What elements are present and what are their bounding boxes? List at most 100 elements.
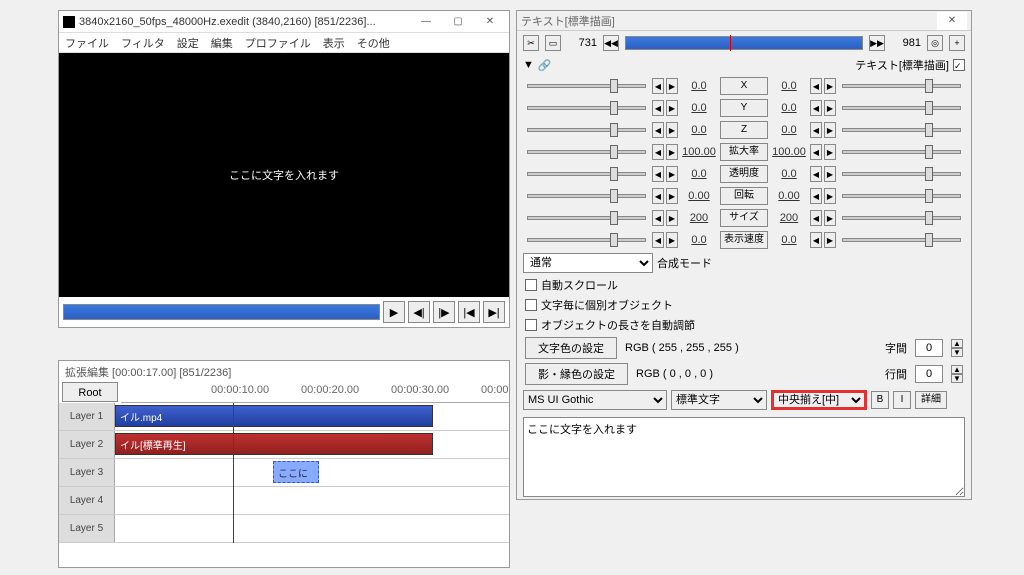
dec-right[interactable]: ◀: [810, 166, 822, 182]
shadow-color-button[interactable]: 影・縁色の設定: [525, 363, 628, 385]
dec-left[interactable]: ◀: [652, 122, 664, 138]
dec-right[interactable]: ◀: [810, 232, 822, 248]
value-right[interactable]: 0.0: [770, 234, 808, 246]
preview-titlebar[interactable]: 3840x2160_50fps_48000Hz.exedit (3840,216…: [59, 11, 509, 33]
slider-left[interactable]: [527, 150, 646, 154]
skip-start-button[interactable]: |◀: [458, 301, 480, 323]
inc-left[interactable]: ▶: [666, 122, 678, 138]
dec-left[interactable]: ◀: [652, 166, 664, 182]
value-right[interactable]: 100.00: [770, 146, 808, 158]
dec-right[interactable]: ◀: [810, 122, 822, 138]
track[interactable]: イル.mp4: [115, 403, 509, 430]
slider-right[interactable]: [842, 194, 961, 198]
dec-right[interactable]: ◀: [810, 144, 822, 160]
bold-button[interactable]: B: [871, 391, 889, 409]
enable-checkbox[interactable]: [953, 59, 965, 71]
weight-select[interactable]: 標準文字: [671, 390, 767, 410]
spacing-down[interactable]: ▼: [951, 348, 963, 357]
slider-left[interactable]: [527, 106, 646, 110]
value-right[interactable]: 0.0: [770, 80, 808, 92]
next-frame-button[interactable]: ▶▶: [869, 35, 885, 51]
inc-right[interactable]: ▶: [824, 100, 836, 116]
step-fwd-button[interactable]: |▶: [433, 301, 455, 323]
chk-perchar[interactable]: [525, 299, 537, 311]
slider-right[interactable]: [842, 150, 961, 154]
italic-button[interactable]: I: [893, 391, 911, 409]
line-down[interactable]: ▼: [951, 374, 963, 383]
dec-left[interactable]: ◀: [652, 188, 664, 204]
props-titlebar[interactable]: テキスト[標準描画] ✕: [517, 11, 971, 31]
playhead[interactable]: [233, 403, 234, 543]
cut-icon[interactable]: ✂: [523, 35, 539, 51]
inc-left[interactable]: ▶: [666, 188, 678, 204]
value-right[interactable]: 0.0: [770, 102, 808, 114]
chk-autolength[interactable]: [525, 319, 537, 331]
line-up[interactable]: ▲: [951, 365, 963, 374]
value-right[interactable]: 200: [770, 212, 808, 224]
inc-left[interactable]: ▶: [666, 166, 678, 182]
slider-left[interactable]: [527, 216, 646, 220]
blend-mode-select[interactable]: 通常: [523, 253, 653, 273]
line-input[interactable]: [915, 365, 943, 383]
align-select[interactable]: 中央揃え[中]: [771, 390, 867, 410]
param-name[interactable]: 表示速度: [720, 231, 768, 249]
value-right[interactable]: 0.0: [770, 124, 808, 136]
param-name[interactable]: 拡大率: [720, 143, 768, 161]
menu-profile[interactable]: プロファイル: [245, 35, 311, 51]
inc-right[interactable]: ▶: [824, 210, 836, 226]
inc-right[interactable]: ▶: [824, 78, 836, 94]
value-left[interactable]: 0.0: [680, 234, 718, 246]
clip[interactable]: イル[標準再生]: [115, 433, 433, 455]
prev-frame-button[interactable]: ◀◀: [603, 35, 619, 51]
text-color-button[interactable]: 文字色の設定: [525, 337, 617, 359]
dec-right[interactable]: ◀: [810, 100, 822, 116]
ruler[interactable]: 00:00:10.00 00:00:20.00 00:00:30.00 00:0…: [121, 381, 509, 403]
inc-right[interactable]: ▶: [824, 232, 836, 248]
dec-right[interactable]: ◀: [810, 78, 822, 94]
param-name[interactable]: X: [720, 77, 768, 95]
track[interactable]: [115, 515, 509, 542]
skip-end-button[interactable]: ▶|: [483, 301, 505, 323]
inc-right[interactable]: ▶: [824, 144, 836, 160]
dec-left[interactable]: ◀: [652, 232, 664, 248]
track[interactable]: [115, 487, 509, 514]
spacing-input[interactable]: [915, 339, 943, 357]
close-button[interactable]: ✕: [475, 13, 505, 31]
inc-right[interactable]: ▶: [824, 122, 836, 138]
menu-file[interactable]: ファイル: [65, 35, 109, 51]
value-left[interactable]: 0.00: [680, 190, 718, 202]
dec-left[interactable]: ◀: [652, 78, 664, 94]
font-select[interactable]: MS UI Gothic: [523, 390, 667, 410]
layer-name[interactable]: Layer 1: [59, 403, 115, 430]
slider-left[interactable]: [527, 238, 646, 242]
layer-name[interactable]: Layer 3: [59, 459, 115, 486]
dec-right[interactable]: ◀: [810, 210, 822, 226]
value-left[interactable]: 0.0: [680, 168, 718, 180]
delete-icon[interactable]: ▭: [545, 35, 561, 51]
layer-name[interactable]: Layer 2: [59, 431, 115, 458]
slider-right[interactable]: [842, 106, 961, 110]
value-left[interactable]: 0.0: [680, 80, 718, 92]
progress-bar[interactable]: [63, 304, 380, 320]
layer-name[interactable]: Layer 5: [59, 515, 115, 542]
inc-left[interactable]: ▶: [666, 232, 678, 248]
param-name[interactable]: サイズ: [720, 209, 768, 227]
track[interactable]: イル[標準再生]: [115, 431, 509, 458]
slider-right[interactable]: [842, 238, 961, 242]
frame-bar[interactable]: [625, 36, 863, 50]
slider-right[interactable]: [842, 128, 961, 132]
inc-right[interactable]: ▶: [824, 166, 836, 182]
minimize-button[interactable]: —: [411, 13, 441, 31]
value-left[interactable]: 100.00: [680, 146, 718, 158]
collapse-icon[interactable]: ▼: [523, 59, 534, 71]
props-close-button[interactable]: ✕: [937, 12, 967, 30]
maximize-button[interactable]: ▢: [443, 13, 473, 31]
add-button[interactable]: +: [949, 35, 965, 51]
target-icon[interactable]: ◎: [927, 35, 943, 51]
slider-left[interactable]: [527, 128, 646, 132]
value-left[interactable]: 0.0: [680, 102, 718, 114]
spacing-up[interactable]: ▲: [951, 339, 963, 348]
inc-left[interactable]: ▶: [666, 100, 678, 116]
link-icon[interactable]: 🔗: [538, 59, 552, 72]
dec-left[interactable]: ◀: [652, 210, 664, 226]
